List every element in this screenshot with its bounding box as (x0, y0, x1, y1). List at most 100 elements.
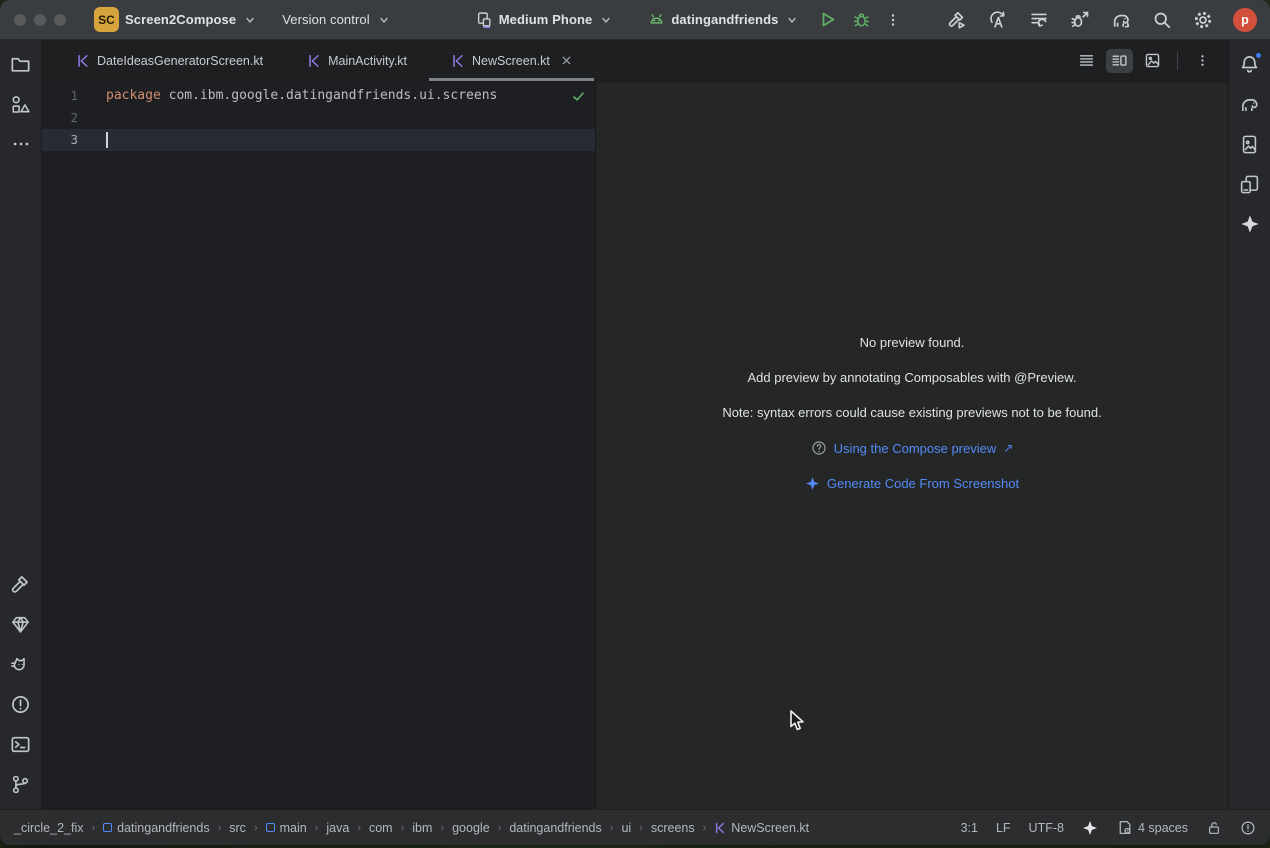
logcat-button[interactable] (6, 649, 36, 679)
code-editor[interactable]: 1 package com.ibm.google.datingandfriend… (42, 82, 595, 809)
kotlin-file-icon (451, 54, 465, 68)
status-bar: _circle_2_fix › datingandfriends › src ›… (0, 809, 1270, 845)
unlock-icon (1206, 820, 1222, 836)
apply-changes-button[interactable] (987, 9, 1009, 31)
breadcrumb-separator: › (401, 822, 405, 834)
problems-button[interactable] (6, 689, 36, 719)
breadcrumb-separator: › (610, 822, 614, 834)
tab-newscreen[interactable]: NewScreen.kt (429, 40, 594, 81)
line-number[interactable]: 3 (54, 129, 78, 151)
breadcrumb-item-file[interactable]: NewScreen.kt (714, 821, 809, 835)
terminal-button[interactable] (6, 729, 36, 759)
caret-position-widget[interactable]: 3:1 (961, 821, 978, 835)
run-button[interactable] (816, 9, 838, 31)
file-lock-widget[interactable] (1206, 820, 1222, 836)
search-everywhere-button[interactable] (1151, 9, 1173, 31)
settings-button[interactable] (1192, 9, 1214, 31)
design-view-icon (1144, 52, 1161, 69)
gradle-tool-button[interactable] (1235, 89, 1265, 119)
breadcrumb-item[interactable]: main (266, 821, 307, 835)
editor-view-controls (1073, 40, 1228, 81)
sparkle-icon (1082, 820, 1098, 836)
version-control-menu[interactable]: Version control (282, 12, 390, 27)
breadcrumb-label: datingandfriends (509, 821, 601, 835)
ai-assistant-widget[interactable] (1082, 820, 1098, 836)
project-tool-button[interactable] (6, 49, 36, 79)
breadcrumb-item[interactable]: datingandfriends (509, 821, 601, 835)
inspection-status[interactable] (571, 89, 586, 104)
breadcrumb-item[interactable]: java (326, 821, 349, 835)
window-close-button[interactable] (14, 14, 26, 26)
indent-widget[interactable]: 4 spaces (1116, 819, 1188, 836)
profile-avatar[interactable]: p (1233, 8, 1257, 32)
tab-dateideasgeneratorscreen[interactable]: DateIdeasGeneratorScreen.kt (54, 40, 285, 81)
toolbar-more-button[interactable] (882, 9, 904, 31)
code-line[interactable]: 2 (42, 107, 595, 129)
terminal-icon (10, 734, 31, 755)
elephant-icon (1239, 93, 1261, 115)
window-zoom-button[interactable] (54, 14, 66, 26)
split-view-button[interactable] (1106, 49, 1133, 73)
inspection-widget[interactable] (1240, 820, 1256, 836)
run-configuration-selector[interactable]: datingandfriends (648, 11, 798, 28)
design-view-button[interactable] (1139, 49, 1166, 73)
tab-label: MainActivity.kt (328, 54, 407, 68)
compose-preview-help-link[interactable]: Using the Compose preview ↗ (811, 440, 1014, 456)
breadcrumb-separator: › (498, 822, 502, 834)
editor-split: 1 package com.ibm.google.datingandfriend… (42, 82, 1228, 809)
kebab-menu-icon (885, 12, 901, 28)
more-tool-windows-button[interactable] (6, 129, 36, 159)
version-control-tool-button[interactable] (6, 769, 36, 799)
debug-button[interactable] (850, 9, 872, 31)
breadcrumb-separator: › (91, 822, 95, 834)
code-line-current[interactable]: 3 (42, 129, 595, 151)
attach-debugger-button[interactable] (1069, 9, 1091, 31)
breadcrumb-item[interactable]: ibm (412, 821, 432, 835)
preview-messages: No preview found. Add preview by annotat… (596, 335, 1228, 491)
editor-options-button[interactable] (1189, 49, 1216, 73)
breadcrumb-item[interactable]: _circle_2_fix (14, 821, 83, 835)
generate-code-link[interactable]: Generate Code From Screenshot (805, 476, 1019, 491)
cat-icon (10, 654, 31, 675)
breadcrumb-label: _circle_2_fix (14, 821, 83, 835)
compose-preview-panel: No preview found. Add preview by annotat… (595, 82, 1228, 809)
build-button[interactable] (946, 9, 968, 31)
help-link-label: Using the Compose preview (834, 441, 997, 456)
breadcrumb-item[interactable]: src (229, 821, 246, 835)
project-selector[interactable]: SC Screen2Compose (94, 7, 256, 32)
breadcrumb-label: google (452, 821, 490, 835)
breadcrumb-item[interactable]: datingandfriends (103, 821, 209, 835)
line-number[interactable]: 2 (54, 107, 78, 129)
gemini-sparkle-icon (1240, 214, 1260, 234)
generate-link-label: Generate Code From Screenshot (827, 476, 1019, 491)
code-view-button[interactable] (1073, 49, 1100, 73)
chevron-down-icon (600, 14, 612, 26)
encoding-widget[interactable]: UTF-8 (1029, 821, 1064, 835)
breadcrumb-label: java (326, 821, 349, 835)
apply-code-changes-button[interactable] (1028, 9, 1050, 31)
main-toolbar: SC Screen2Compose Version control Medium… (0, 0, 1270, 40)
gradle-sync-button[interactable] (1110, 9, 1132, 31)
running-devices-button[interactable] (1235, 129, 1265, 159)
breadcrumb-item[interactable]: ui (621, 821, 631, 835)
tab-close-icon[interactable] (561, 55, 572, 66)
window-minimize-button[interactable] (34, 14, 46, 26)
build-tool-button[interactable] (6, 569, 36, 599)
app-quality-insights-button[interactable] (6, 609, 36, 639)
device-manager-button[interactable] (1235, 169, 1265, 199)
text-caret (106, 132, 108, 148)
code-line[interactable]: 1 package com.ibm.google.datingandfriend… (42, 85, 595, 107)
gemini-button[interactable] (1235, 209, 1265, 239)
breadcrumb-item[interactable]: com (369, 821, 393, 835)
line-number[interactable]: 1 (54, 85, 78, 107)
resource-manager-button[interactable] (6, 89, 36, 119)
breadcrumb-item[interactable]: google (452, 821, 490, 835)
notifications-button[interactable] (1235, 49, 1265, 79)
line-separator-widget[interactable]: LF (996, 821, 1011, 835)
syntax-error-note: Note: syntax errors could cause existing… (722, 405, 1101, 420)
hammer-icon (10, 574, 31, 595)
breadcrumb: _circle_2_fix › datingandfriends › src ›… (14, 821, 809, 835)
breadcrumb-item[interactable]: screens (651, 821, 695, 835)
device-selector[interactable]: Medium Phone (476, 11, 613, 28)
tab-mainactivity[interactable]: MainActivity.kt (285, 40, 429, 81)
